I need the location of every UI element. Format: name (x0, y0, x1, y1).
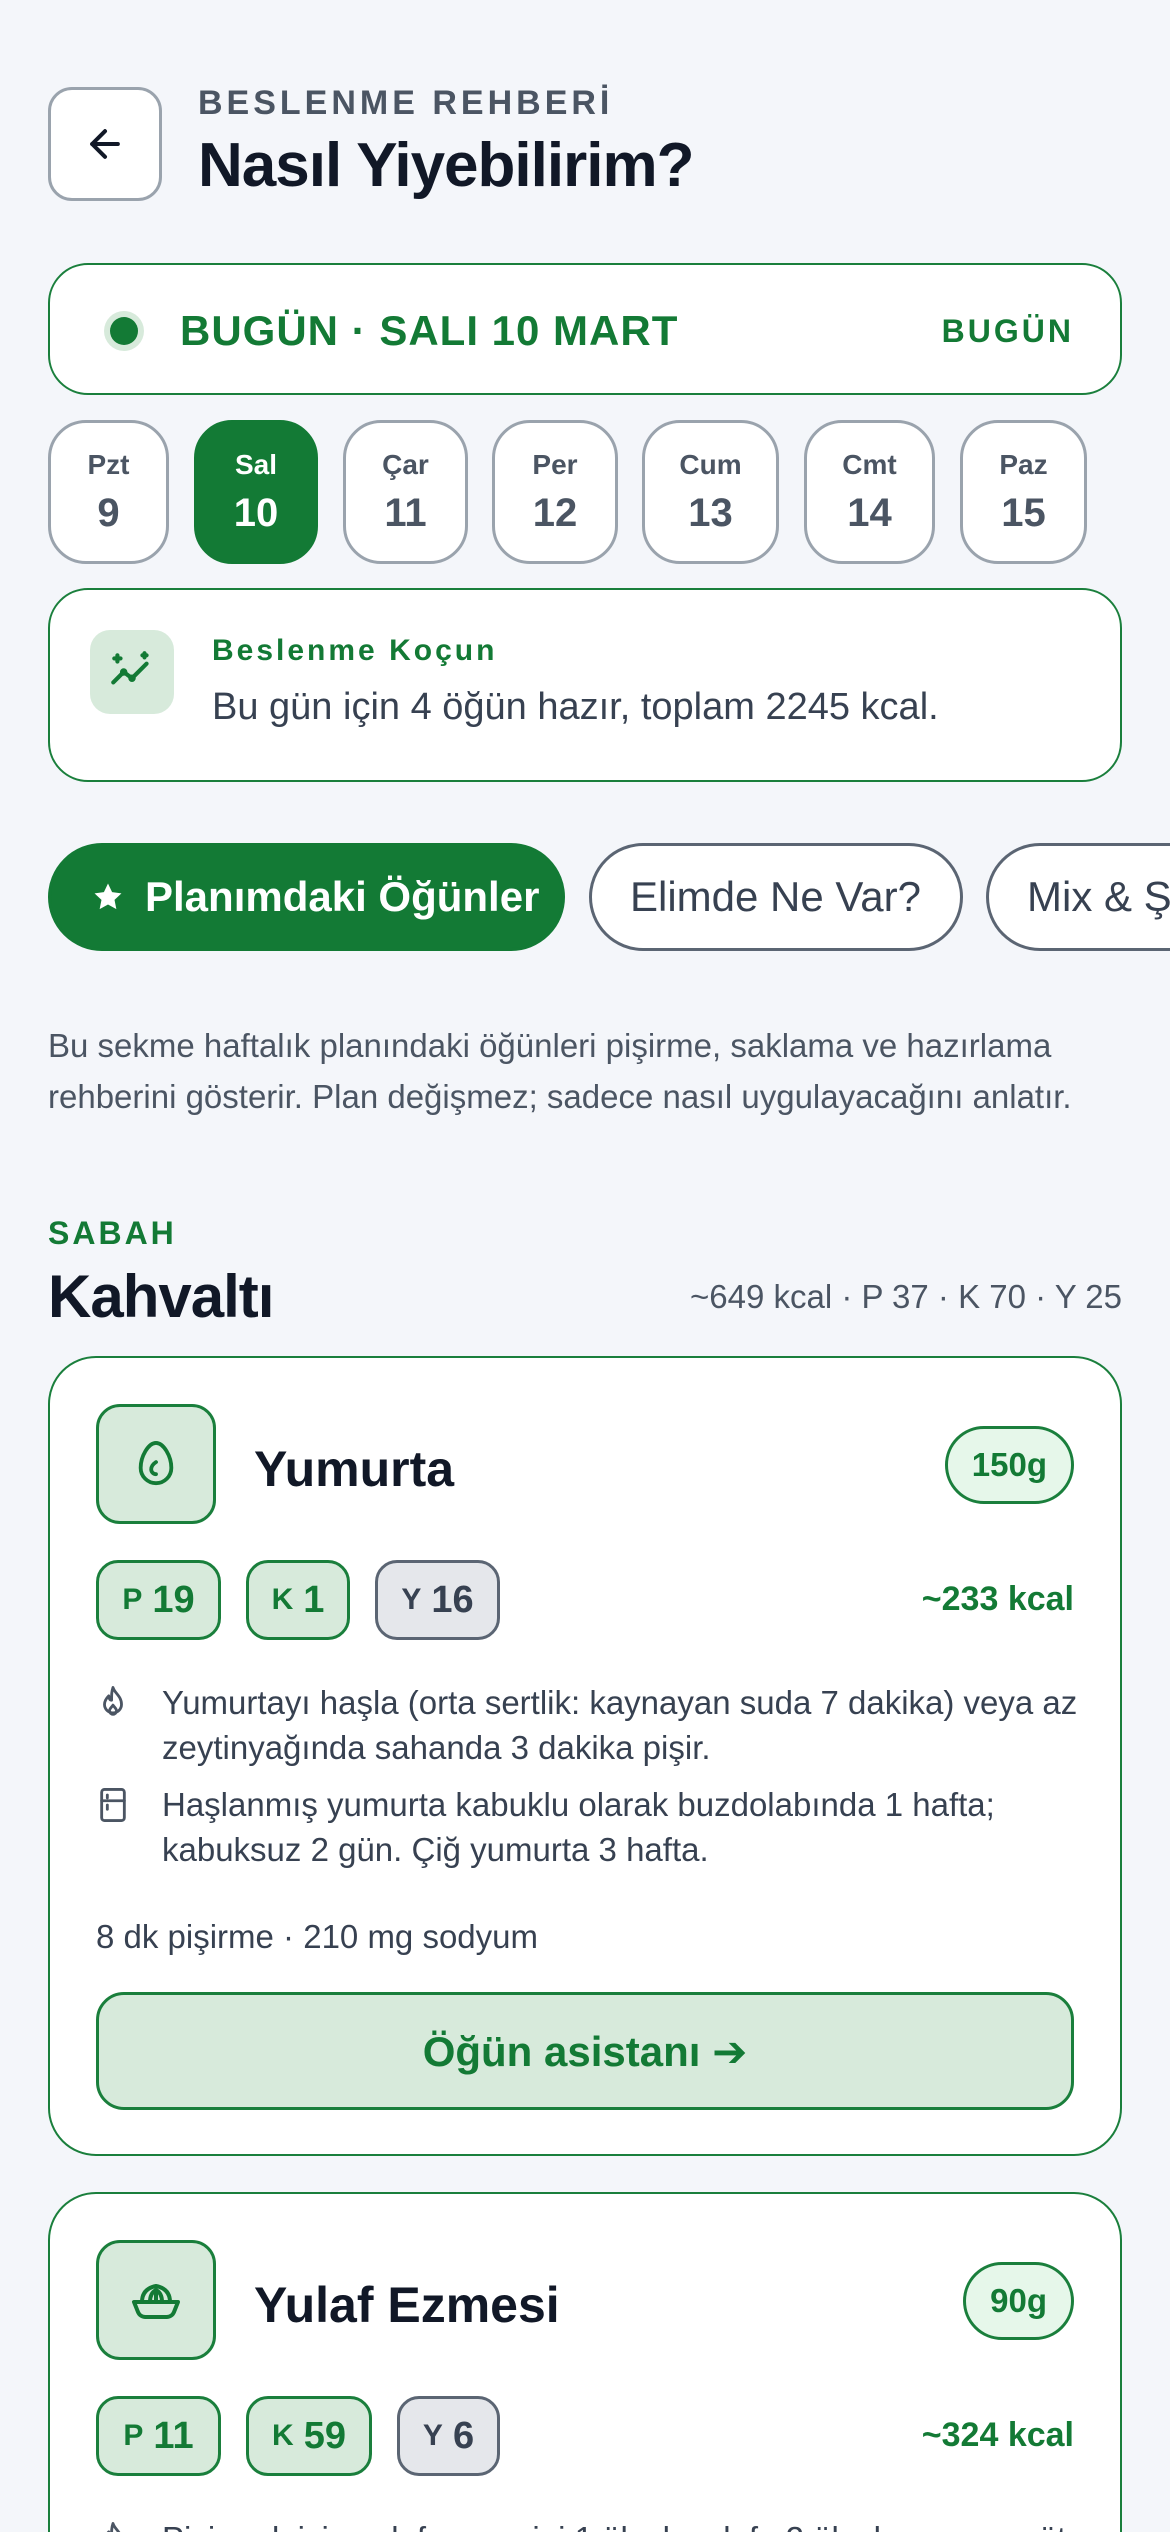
meal-summary: ~649 kcal · P 37 · K 70 · Y 25 (689, 1278, 1122, 1315)
macro-carb-chip: K 59 (246, 2396, 372, 2476)
day-date: 11 (384, 491, 427, 535)
day-date: 12 (532, 491, 578, 535)
day-pill-fri[interactable]: Cum 13 (642, 420, 779, 564)
tab-what-i-have[interactable]: Elimde Ne Var? (589, 843, 963, 951)
food-card: Yulaf Ezmesi 90g P 11 K 59 Y 6 ~324 kcal… (48, 2192, 1122, 2532)
tip-text: Haşlanmış yumurta kabuklu olarak buzdola… (162, 1786, 995, 1868)
meal-title: Kahvaltı (48, 1263, 274, 1330)
day-name: Cmt (842, 449, 897, 480)
egg-icon (96, 1404, 216, 1524)
food-kcal: ~233 kcal (921, 1580, 1074, 1618)
day-name: Paz (999, 449, 1048, 480)
back-button[interactable] (48, 87, 162, 201)
coach-label: Beslenme Koçun (212, 634, 498, 667)
section-eyebrow: BESLENME REHBERİ (198, 84, 614, 122)
day-pill-wed[interactable]: Çar 11 (343, 420, 468, 564)
day-pill-thu[interactable]: Per 12 (492, 420, 618, 564)
flame-icon (96, 1684, 130, 1733)
food-name: Yumurta (254, 1441, 455, 1497)
star-icon (91, 880, 125, 914)
day-date: 9 (97, 491, 120, 535)
meal-guide-screen: BESLENME REHBERİ Nasıl Yiyebilirim? BUGÜ… (0, 0, 1170, 2532)
day-pill-tue[interactable]: Sal 10 (194, 420, 318, 564)
macro-label: K (272, 2419, 294, 2452)
tab-mix[interactable]: Mix & Ş (986, 843, 1170, 951)
macro-value: 19 (152, 1578, 195, 1621)
day-pill-mon[interactable]: Pzt 9 (48, 420, 169, 564)
current-date: BUGÜN · SALI 10 MART (180, 307, 679, 354)
macro-label: P (123, 2419, 144, 2452)
fridge-icon (96, 1786, 130, 1835)
storage-tip: Haşlanmış yumurta kabuklu olarak buzdola… (96, 1782, 1086, 1872)
macro-protein-chip: P 11 (96, 2396, 221, 2476)
food-card: Yumurta 150g P 19 K 1 Y 16 ~233 kcal Yum… (48, 1356, 1122, 2156)
day-pill-sun[interactable]: Paz 15 (960, 420, 1087, 564)
macro-value: 11 (153, 2414, 194, 2457)
macro-fat-chip: Y 16 (375, 1560, 500, 1640)
meal-time-label: SABAH (48, 1215, 177, 1251)
cooking-tip: Pişirmek için yulaf ezmesini 1 ölçek yul… (96, 2516, 1086, 2532)
food-meta: 8 dk pişirme · 210 mg sodyum (96, 1918, 539, 1955)
macro-value: 1 (303, 1578, 325, 1621)
flame-icon (96, 2520, 130, 2532)
day-date: 10 (233, 491, 279, 535)
tab-label: Elimde Ne Var? (630, 873, 922, 920)
today-button[interactable]: BUGÜN (942, 313, 1074, 350)
today-bar[interactable]: BUGÜN · SALI 10 MART BUGÜN (48, 263, 1122, 395)
portion-badge: 90g (963, 2262, 1074, 2340)
day-date: 15 (1001, 491, 1046, 535)
macro-label: K (271, 1583, 294, 1616)
today-indicator-dot (110, 317, 138, 345)
tab-description: Bu sekme haftalık planındaki öğünleri pi… (48, 1027, 1072, 1115)
tab-plan-meals[interactable]: Planımdaki Öğünler (48, 843, 565, 951)
macro-value: 6 (452, 2414, 475, 2457)
macro-label: P (122, 1583, 143, 1616)
day-date: 13 (688, 491, 733, 535)
page-title: Nasıl Yiyebilirim? (198, 131, 694, 200)
macro-carb-chip: K 1 (246, 1560, 350, 1640)
arrow-left-icon (83, 122, 127, 166)
cooking-tip: Yumurtayı haşla (orta sertlik: kaynayan … (96, 1680, 1086, 1770)
day-name: Pzt (87, 449, 130, 480)
day-date: 14 (847, 491, 892, 535)
macro-value: 59 (303, 2414, 346, 2457)
portion-badge: 150g (944, 1426, 1074, 1504)
day-pill-sat[interactable]: Cmt 14 (804, 420, 935, 564)
macro-label: Y (401, 1583, 422, 1616)
sparkle-trend-icon (90, 630, 174, 714)
tab-label: Mix & Ş (1027, 873, 1170, 920)
day-name: Çar (382, 449, 429, 480)
day-name: Sal (234, 449, 278, 480)
macro-value: 16 (431, 1578, 474, 1621)
tip-text: Yumurtayı haşla (orta sertlik: kaynayan … (162, 1684, 1078, 1766)
macro-fat-chip: Y 6 (397, 2396, 500, 2476)
bowl-icon (96, 2240, 216, 2360)
nutrition-coach-card: Beslenme Koçun Bu gün için 4 öğün hazır,… (48, 588, 1122, 782)
day-name: Cum (679, 449, 742, 480)
food-kcal: ~324 kcal (921, 2416, 1074, 2454)
tab-label: Planımdaki Öğünler (145, 873, 540, 920)
food-name: Yulaf Ezmesi (254, 2277, 560, 2333)
coach-message: Bu gün için 4 öğün hazır, toplam 2245 kc… (212, 686, 939, 728)
meal-assistant-button[interactable]: Öğün asistanı ➔ (96, 1992, 1074, 2110)
macro-protein-chip: P 19 (96, 1560, 221, 1640)
macro-label: Y (422, 2419, 443, 2452)
day-name: Per (532, 449, 578, 480)
tip-text: Pişirmek için yulaf ezmesini 1 ölçek yul… (162, 2516, 1086, 2532)
